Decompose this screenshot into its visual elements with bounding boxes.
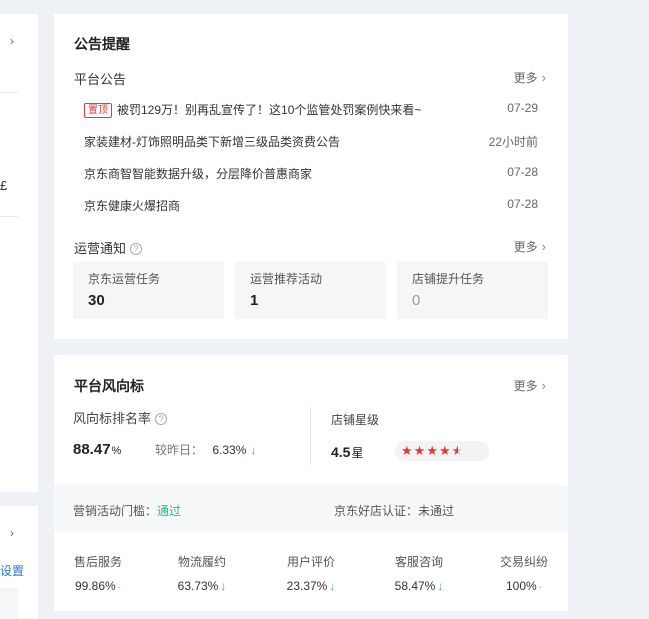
task-tile-store-improve[interactable]: 店铺提升任务 0 xyxy=(397,262,548,319)
metric-customer-service[interactable]: 客服咨询 58.47% ↓ xyxy=(369,553,469,593)
good-store-cert: 京东好店认证：未通过 xyxy=(334,502,454,519)
divider xyxy=(0,92,18,93)
marketing-threshold: 营销活动门槛：通过 xyxy=(73,502,181,519)
wind-more-link[interactable]: 更多 › xyxy=(514,377,546,394)
arrow-down-icon: ↓ xyxy=(220,579,227,593)
chevron-right-icon[interactable]: › xyxy=(10,34,14,48)
more-label: 更多 xyxy=(513,379,538,393)
task-label: 京东运营任务 xyxy=(88,272,161,286)
wind-vane-card: 平台风向标 更多 › 风向标排名率? 88.47% 较昨日： 6.33% ↓ 店铺星… xyxy=(54,355,568,611)
task-count: 1 xyxy=(250,292,259,309)
settings-link[interactable]: 设置 xyxy=(0,562,24,579)
store-star-label: 店铺星级 xyxy=(331,413,380,427)
metric-user-review[interactable]: 用户评价 23.37% ↓ xyxy=(261,553,361,593)
metric-logistics[interactable]: 物流履约 63.73% ↓ xyxy=(152,553,252,593)
threshold-label: 营销活动门槛： xyxy=(73,504,158,518)
notice-card: 公告提醒 平台公告 更多 › 置顶 被罚129万！别再乱宣传了！这10个监管处罚案例… xyxy=(54,14,568,339)
store-star-unit: 星 xyxy=(351,446,364,460)
star-icon: ★ xyxy=(401,443,413,458)
metric-value: 99.86% xyxy=(74,579,116,593)
pinned-badge: 置顶 xyxy=(84,103,112,118)
chevron-right-icon: › xyxy=(541,378,546,393)
left-panel-top: › £ xyxy=(0,14,38,492)
task-tile-jd-ops[interactable]: 京东运营任务 30 xyxy=(73,262,224,319)
rank-rate-number: 88.47 xyxy=(73,441,111,458)
task-count: 0 xyxy=(412,292,421,309)
more-label: 更多 xyxy=(513,240,538,254)
chevron-right-icon[interactable]: › xyxy=(10,526,14,540)
news-title[interactable]: 京东商智智能数据升级，分层降价普惠商家 xyxy=(84,165,312,182)
news-item[interactable]: 京东健康火爆招商 07-28 xyxy=(84,197,538,217)
ops-more-link[interactable]: 更多 › xyxy=(514,238,546,255)
flat-trend-icon: - xyxy=(117,582,122,593)
truncated-text: £ xyxy=(0,178,8,193)
arrow-down-icon: ↓ xyxy=(437,579,444,593)
ops-notice-text: 运营通知 xyxy=(74,241,127,256)
task-label: 店铺提升任务 xyxy=(412,272,485,286)
metric-value: 100% xyxy=(505,579,537,593)
news-item[interactable]: 置顶 被罚129万！别再乱宣传了！这10个监管处罚案例快来看~ 07-29 xyxy=(84,101,538,121)
metric-label: 客服咨询 xyxy=(394,555,443,569)
good-store-status: 未通过 xyxy=(418,504,455,518)
divider xyxy=(310,407,311,465)
help-icon[interactable]: ? xyxy=(130,243,143,255)
compare-label: 较昨日： xyxy=(155,443,204,457)
divider xyxy=(0,216,18,217)
arrow-down-icon: ↓ xyxy=(250,443,257,457)
flat-trend-icon: - xyxy=(538,582,543,593)
notice-title: 公告提醒 xyxy=(74,36,130,52)
metric-after-sales[interactable]: 售后服务 99.86% - xyxy=(48,553,148,593)
placeholder-block xyxy=(0,588,18,619)
metric-label: 交易纠纷 xyxy=(499,555,548,569)
wind-vane-title: 平台风向标 xyxy=(74,378,144,394)
compare-value: 6.33% xyxy=(212,443,247,457)
news-title[interactable]: 家装建材-灯饰照明品类下新增三级品类资费公告 xyxy=(84,133,340,150)
news-date: 22小时前 xyxy=(488,135,538,149)
more-label: 更多 xyxy=(513,71,538,85)
rank-rate-value: 88.47% xyxy=(73,441,121,458)
good-store-label: 京东好店认证： xyxy=(334,504,419,518)
platform-announcement-label: 平台公告 xyxy=(74,72,127,87)
star-rating: ★★★★★ xyxy=(395,441,489,461)
metric-value: 23.37% xyxy=(286,579,328,593)
metric-label: 用户评价 xyxy=(286,555,335,569)
metric-label: 售后服务 xyxy=(73,555,122,569)
left-panel-bottom: › 设置 xyxy=(0,506,38,619)
star-icon: ★ xyxy=(438,443,451,458)
threshold-status: 通过 xyxy=(157,504,182,518)
arrow-down-icon: ↓ xyxy=(329,579,336,593)
threshold-band: 营销活动门槛：通过 京东好店认证：未通过 xyxy=(54,485,568,531)
news-title[interactable]: 被罚129万！别再乱宣传了！这10个监管处罚案例快来看~ xyxy=(117,103,421,117)
news-title[interactable]: 京东健康火爆招商 xyxy=(84,197,180,214)
ops-notice-label: 运营通知? xyxy=(74,238,143,257)
metric-value: 58.47% xyxy=(394,579,436,593)
news-date: 07-28 xyxy=(507,165,538,179)
metric-label: 物流履约 xyxy=(177,555,226,569)
task-count: 30 xyxy=(88,292,105,309)
rank-rate-text: 风向标排名率 xyxy=(73,411,152,426)
rank-rate-label: 风向标排名率? xyxy=(73,408,168,427)
rank-rate-unit: % xyxy=(111,445,122,457)
metric-value: 63.73% xyxy=(177,579,219,593)
compare-yesterday: 较昨日： 6.33% ↓ xyxy=(155,441,256,458)
help-icon[interactable]: ? xyxy=(155,413,168,425)
news-date: 07-28 xyxy=(507,197,538,211)
star-icon: ★ xyxy=(413,443,426,458)
star-icon: ★ xyxy=(426,443,438,458)
task-label: 运营推荐活动 xyxy=(250,272,323,286)
store-star-value: 4.5星 xyxy=(331,444,363,461)
news-item[interactable]: 京东商智智能数据升级，分层降价普惠商家 07-28 xyxy=(84,165,538,185)
half-star-icon: ★ xyxy=(451,443,464,458)
chevron-right-icon: › xyxy=(541,239,546,254)
task-tile-recommended[interactable]: 运营推荐活动 1 xyxy=(235,262,386,319)
news-item[interactable]: 家装建材-灯饰照明品类下新增三级品类资费公告 22小时前 xyxy=(84,133,538,153)
metric-disputes[interactable]: 交易纠纷 100% - xyxy=(474,553,574,593)
news-date: 07-29 xyxy=(507,101,538,115)
chevron-right-icon: › xyxy=(541,70,546,85)
announcement-more-link[interactable]: 更多 › xyxy=(514,69,546,86)
store-star-number: 4.5 xyxy=(331,444,351,460)
